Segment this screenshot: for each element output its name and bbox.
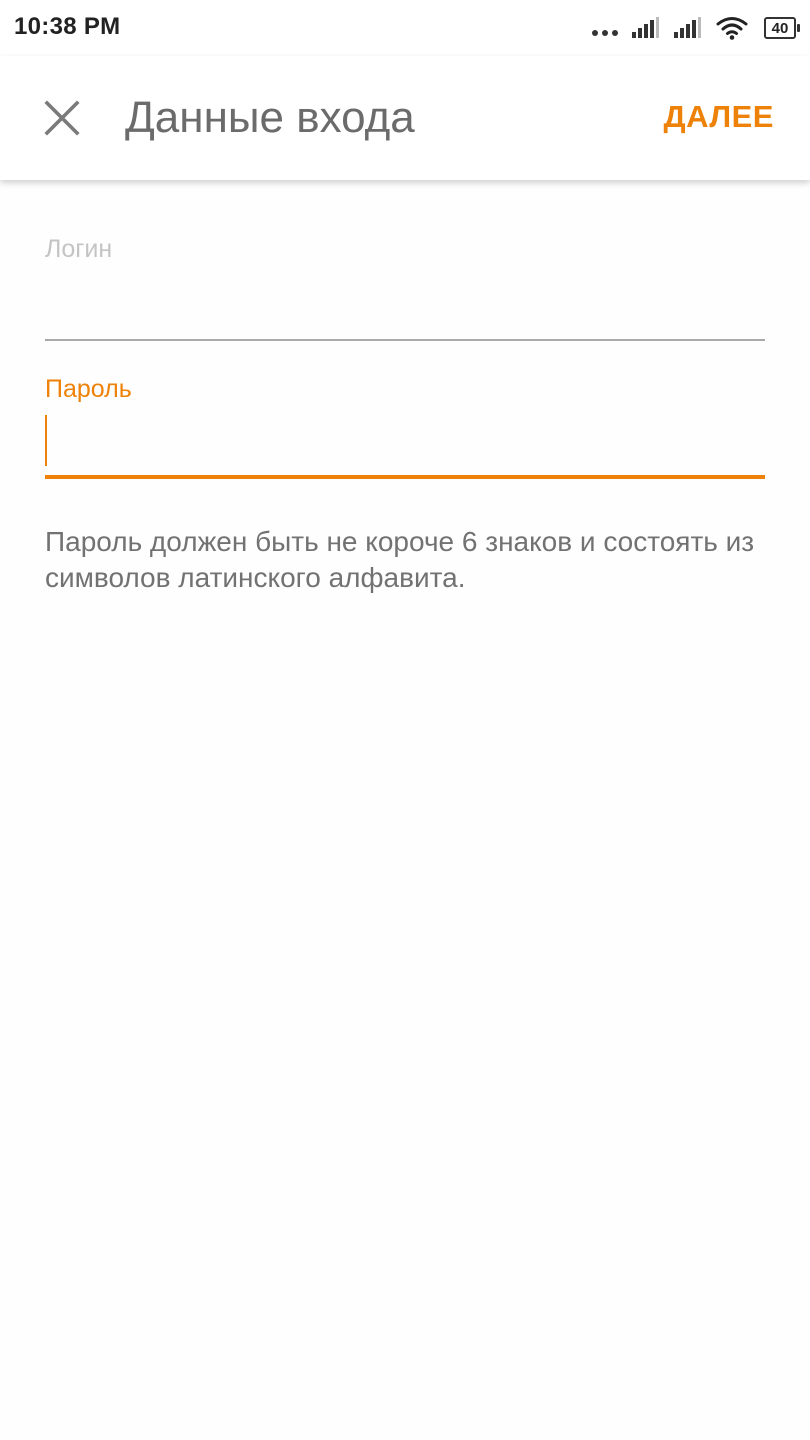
next-button[interactable]: ДАЛЕЕ [664,99,774,135]
password-hint: Пароль должен быть не короче 6 знаков и … [45,526,755,593]
wifi-icon [716,17,748,40]
more-dots-icon [592,30,618,36]
password-input[interactable] [45,414,765,464]
login-input[interactable] [45,286,765,336]
login-label: Логин [45,235,113,263]
status-icons: 40 [592,14,800,42]
app-bar: Данные входа ДАЛЕЕ [0,56,810,180]
login-field: Логин [45,232,765,342]
battery-icon: 40 [764,17,800,39]
login-data-screen: 10:38 PM 40 Данные входа ДАЛЕЕ Логин Пар… [0,0,810,1440]
password-label: Пароль [45,375,132,403]
password-underline [45,475,765,479]
close-icon [44,100,80,136]
status-time: 10:38 PM [14,13,121,40]
status-bar: 10:38 PM 40 [0,0,810,56]
page-title: Данные входа [125,93,415,142]
battery-level: 40 [771,19,789,37]
signal-icon [674,17,701,38]
login-underline [45,339,765,341]
signal-icon [632,17,659,38]
password-field: Пароль [45,372,765,482]
close-button[interactable] [38,94,86,142]
